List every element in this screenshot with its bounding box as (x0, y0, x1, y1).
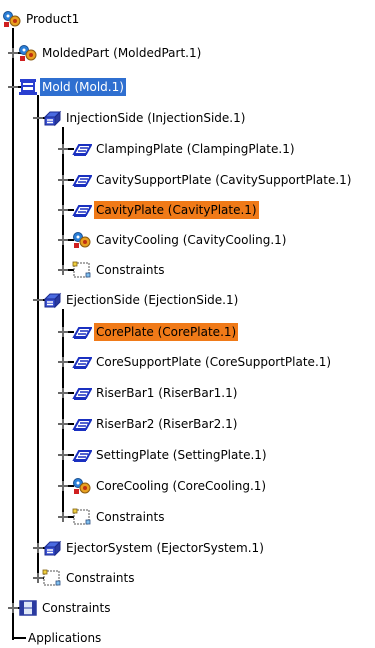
product-gear-icon (2, 10, 22, 28)
tree-node-label[interactable]: RiserBar1 (RiserBar1.1) (94, 384, 239, 402)
plate-part-icon (72, 446, 93, 464)
expand-plus-icon[interactable] (58, 235, 68, 245)
tree-node-label[interactable]: ClampingPlate (ClampingPlate.1) (94, 140, 297, 158)
product-gear-icon (72, 477, 92, 495)
tree-node-label[interactable]: Product1 (24, 10, 81, 28)
collapse-minus-icon[interactable] (8, 82, 18, 92)
mold-assembly-icon (18, 78, 38, 96)
tree-node-label[interactable]: Constraints (40, 599, 112, 617)
constraints-folder-icon (18, 599, 38, 617)
expand-plus-icon[interactable] (58, 450, 68, 460)
tree-node-label[interactable]: RiserBar2 (RiserBar2.1) (94, 415, 239, 433)
assembly-icon (42, 109, 62, 127)
plate-part-icon (72, 323, 93, 341)
tree-connector-line (37, 95, 39, 581)
constraints-icon (42, 569, 62, 587)
tree-node-label[interactable]: CorePlate (CorePlate.1) (94, 323, 239, 341)
product-gear-icon (72, 231, 92, 249)
expand-plus-icon[interactable] (58, 388, 68, 398)
constraints-icon (72, 261, 92, 279)
tree-node-label[interactable]: InjectionSide (InjectionSide.1) (64, 109, 247, 127)
tree-node-label[interactable]: Constraints (64, 569, 136, 587)
constraints-icon (72, 508, 92, 526)
tree-node-label[interactable]: Constraints (94, 508, 166, 526)
tree-node-label[interactable]: CavityPlate (CavityPlate.1) (94, 201, 259, 219)
expand-plus-icon[interactable] (8, 48, 18, 58)
expand-plus-icon[interactable] (8, 603, 18, 613)
plate-part-icon (72, 201, 93, 219)
expand-plus-icon[interactable] (58, 512, 68, 522)
expand-plus-icon[interactable] (58, 144, 68, 154)
tree-node-label[interactable]: Constraints (94, 261, 166, 279)
expand-plus-icon[interactable] (58, 175, 68, 185)
tree-node-label[interactable]: CoreSupportPlate (CoreSupportPlate.1) (94, 353, 333, 371)
plate-part-icon (72, 415, 93, 433)
assembly-icon (42, 539, 62, 557)
expand-plus-icon[interactable] (58, 357, 68, 367)
expand-plus-icon[interactable] (58, 205, 68, 215)
expand-plus-icon[interactable] (58, 419, 68, 429)
tree-node-label[interactable]: CoreCooling (CoreCooling.1) (94, 477, 268, 495)
plate-part-icon (72, 140, 93, 158)
tree-node-label[interactable]: EjectorSystem (EjectorSystem.1) (64, 539, 266, 557)
expand-plus-icon[interactable] (58, 481, 68, 491)
plate-part-icon (72, 384, 93, 402)
tree-node-label[interactable]: Mold (Mold.1) (40, 78, 126, 96)
tree-connector-line (12, 28, 14, 640)
assembly-icon (42, 291, 62, 309)
plate-part-icon (72, 171, 93, 189)
tree-node-label[interactable]: EjectionSide (EjectionSide.1) (64, 291, 240, 309)
plate-part-icon (72, 353, 93, 371)
product-gear-icon (18, 44, 38, 62)
tree-node-label[interactable]: CavitySupportPlate (CavitySupportPlate.1… (94, 171, 353, 189)
tree-connector-line (12, 637, 26, 639)
specification-tree: Product1 MoldedPart (MoldedPart.1) Mold (M… (0, 0, 375, 647)
tree-node-label[interactable]: Applications (26, 629, 103, 647)
tree-node-label[interactable]: CavityCooling (CavityCooling.1) (94, 231, 288, 249)
tree-node-label[interactable]: SettingPlate (SettingPlate.1) (94, 446, 269, 464)
expand-plus-icon[interactable] (58, 327, 68, 337)
expand-plus-icon[interactable] (58, 265, 68, 275)
tree-node-label[interactable]: MoldedPart (MoldedPart.1) (40, 44, 203, 62)
